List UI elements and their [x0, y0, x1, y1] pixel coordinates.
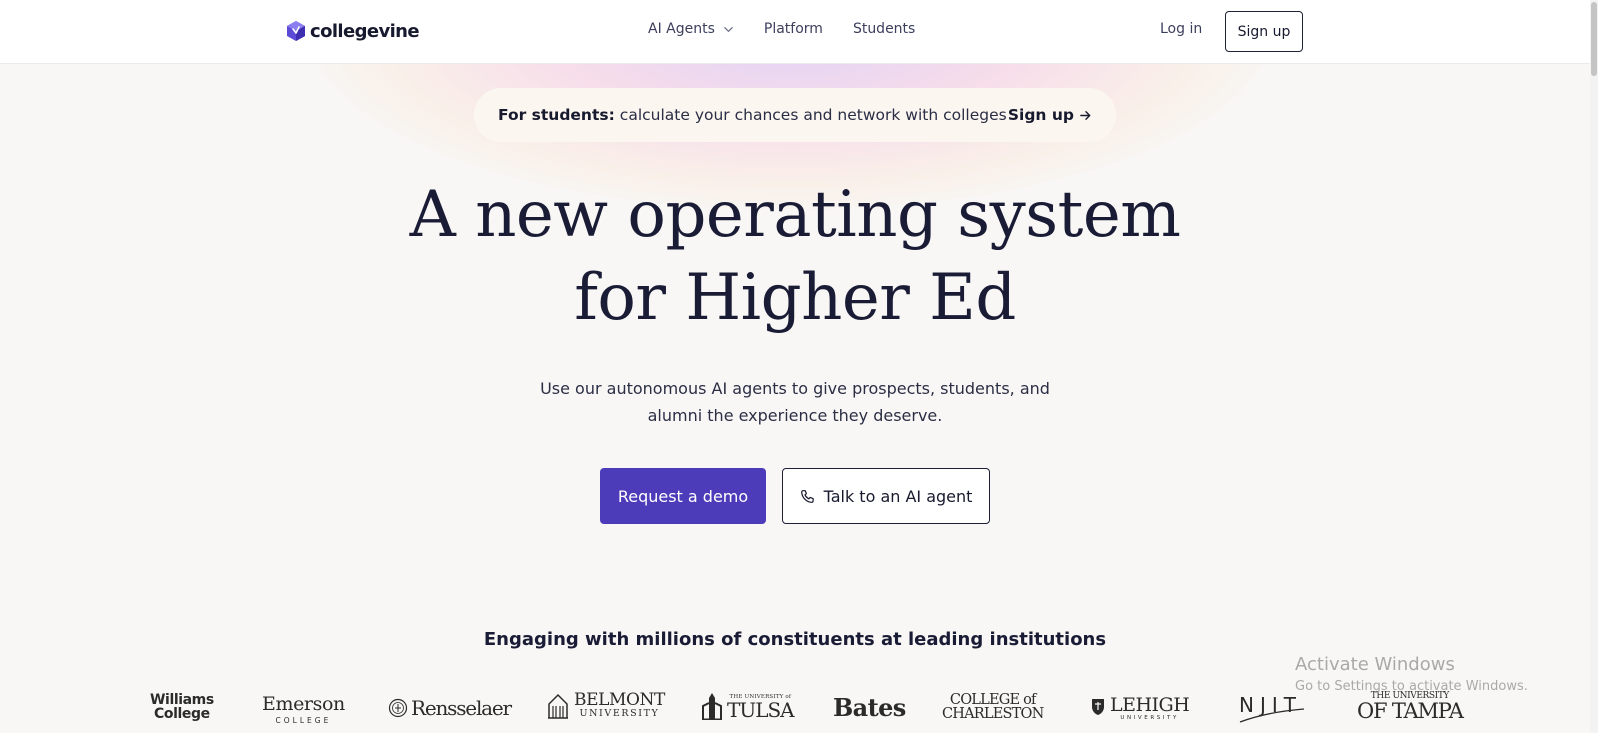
arrow-right-icon — [1080, 110, 1091, 120]
nav-item-ai-agents[interactable]: AI Agents — [648, 21, 734, 37]
brand-name: collegevine — [310, 20, 420, 42]
lehigh-university-logo: LEHIGH UNIVERSITY — [1091, 694, 1190, 721]
williams-line-1: Williams — [150, 692, 214, 708]
williams-college-logo: Williams College — [150, 693, 214, 721]
scrollbar-thumb[interactable] — [1591, 2, 1597, 76]
activate-windows-watermark: Activate Windows Go to Settings to activ… — [1295, 654, 1528, 696]
signup-button[interactable]: Sign up — [1225, 11, 1303, 52]
talk-to-ai-agent-button[interactable]: Talk to an AI agent — [782, 468, 990, 524]
collegevine-hexagon-icon — [287, 21, 305, 41]
page: collegevine AI Agents Platform Students … — [0, 0, 1598, 733]
college-of-charleston-logo: COLLEGE of CHARLESTON — [942, 692, 1044, 722]
subtitle-line-1: Use our autonomous AI agents to give pro… — [540, 379, 1050, 398]
brand-logo-link[interactable]: collegevine — [286, 20, 420, 42]
announcement-signup-label: Sign up — [1007, 106, 1074, 124]
login-link[interactable]: Log in — [1160, 21, 1202, 37]
charleston-line-2: CHARLESTON — [942, 706, 1044, 722]
tulsa-line-2: TULSA — [727, 698, 795, 722]
charleston-line-1: COLLEGE of — [949, 692, 1037, 708]
headline-line-2: for Higher Ed — [574, 261, 1016, 335]
williams-line-2: College — [154, 706, 210, 722]
announcement-label: For students: — [498, 106, 615, 124]
njit-swoosh-icon — [1239, 708, 1305, 723]
hero-subtitle: Use our autonomous AI agents to give pro… — [0, 375, 1590, 429]
watermark-subtitle: Go to Settings to activate Windows. — [1295, 679, 1528, 694]
nav-item-label: Students — [852, 21, 916, 37]
emerson-line-2: COLLEGE — [275, 716, 332, 725]
watermark-title: Activate Windows — [1295, 654, 1455, 675]
chevron-down-icon — [724, 26, 733, 32]
rensselaer-seal-icon — [388, 698, 408, 718]
rensselaer-logo: Rensselaer — [388, 696, 512, 720]
headline-line-1: A new operating system — [409, 178, 1181, 252]
belmont-line-1: BELMONT — [574, 690, 665, 710]
lehigh-line-2: UNIVERSITY — [1120, 715, 1179, 721]
emerson-line-1: Emerson — [262, 693, 345, 715]
belmont-line-2: UNIVERSITY — [579, 708, 660, 719]
phone-icon — [800, 489, 814, 503]
nav-item-label: AI Agents — [648, 21, 715, 37]
nav-item-platform[interactable]: Platform — [764, 21, 823, 37]
announcement-signup-link[interactable]: Sign up — [1008, 106, 1092, 124]
njit-logo: NJIT — [1239, 693, 1305, 723]
top-navbar: collegevine AI Agents Platform Students … — [0, 0, 1598, 64]
bates-logo: Bates — [833, 693, 906, 722]
university-of-tampa-logo: THE UNIVERSITY OF TAMPA — [1357, 692, 1464, 723]
belmont-university-logo: BELMONT UNIVERSITY — [546, 692, 665, 719]
request-demo-button[interactable]: Request a demo — [600, 468, 766, 524]
talk-to-ai-agent-label: Talk to an AI agent — [823, 486, 973, 506]
rensselaer-name: Rensselaer — [411, 696, 512, 720]
nav-item-students[interactable]: Students — [853, 21, 915, 37]
emerson-college-logo: Emerson COLLEGE — [262, 694, 345, 725]
lehigh-line-1: LEHIGH — [1110, 694, 1190, 716]
belmont-building-icon — [548, 693, 568, 719]
main-nav-menu: AI Agents Platform Students — [648, 21, 915, 37]
tulsa-tower-icon — [702, 693, 722, 720]
institutions-heading: Engaging with millions of constituents a… — [483, 629, 1107, 650]
tampa-line-2: OF TAMPA — [1357, 699, 1464, 723]
page-scrollbar[interactable] — [1590, 0, 1598, 733]
university-of-tulsa-logo: THE UNIVERSITY of TULSA — [701, 692, 795, 722]
nav-item-label: Platform — [763, 21, 823, 37]
hero-headline: A new operating system for Higher Ed — [0, 174, 1590, 340]
subtitle-line-2: alumni the experience they deserve. — [647, 406, 943, 425]
lehigh-shield-icon — [1092, 699, 1104, 715]
student-announcement-banner: For students: calculate your chances and… — [474, 88, 1116, 142]
announcement-text: calculate your chances and network with … — [619, 106, 1007, 124]
